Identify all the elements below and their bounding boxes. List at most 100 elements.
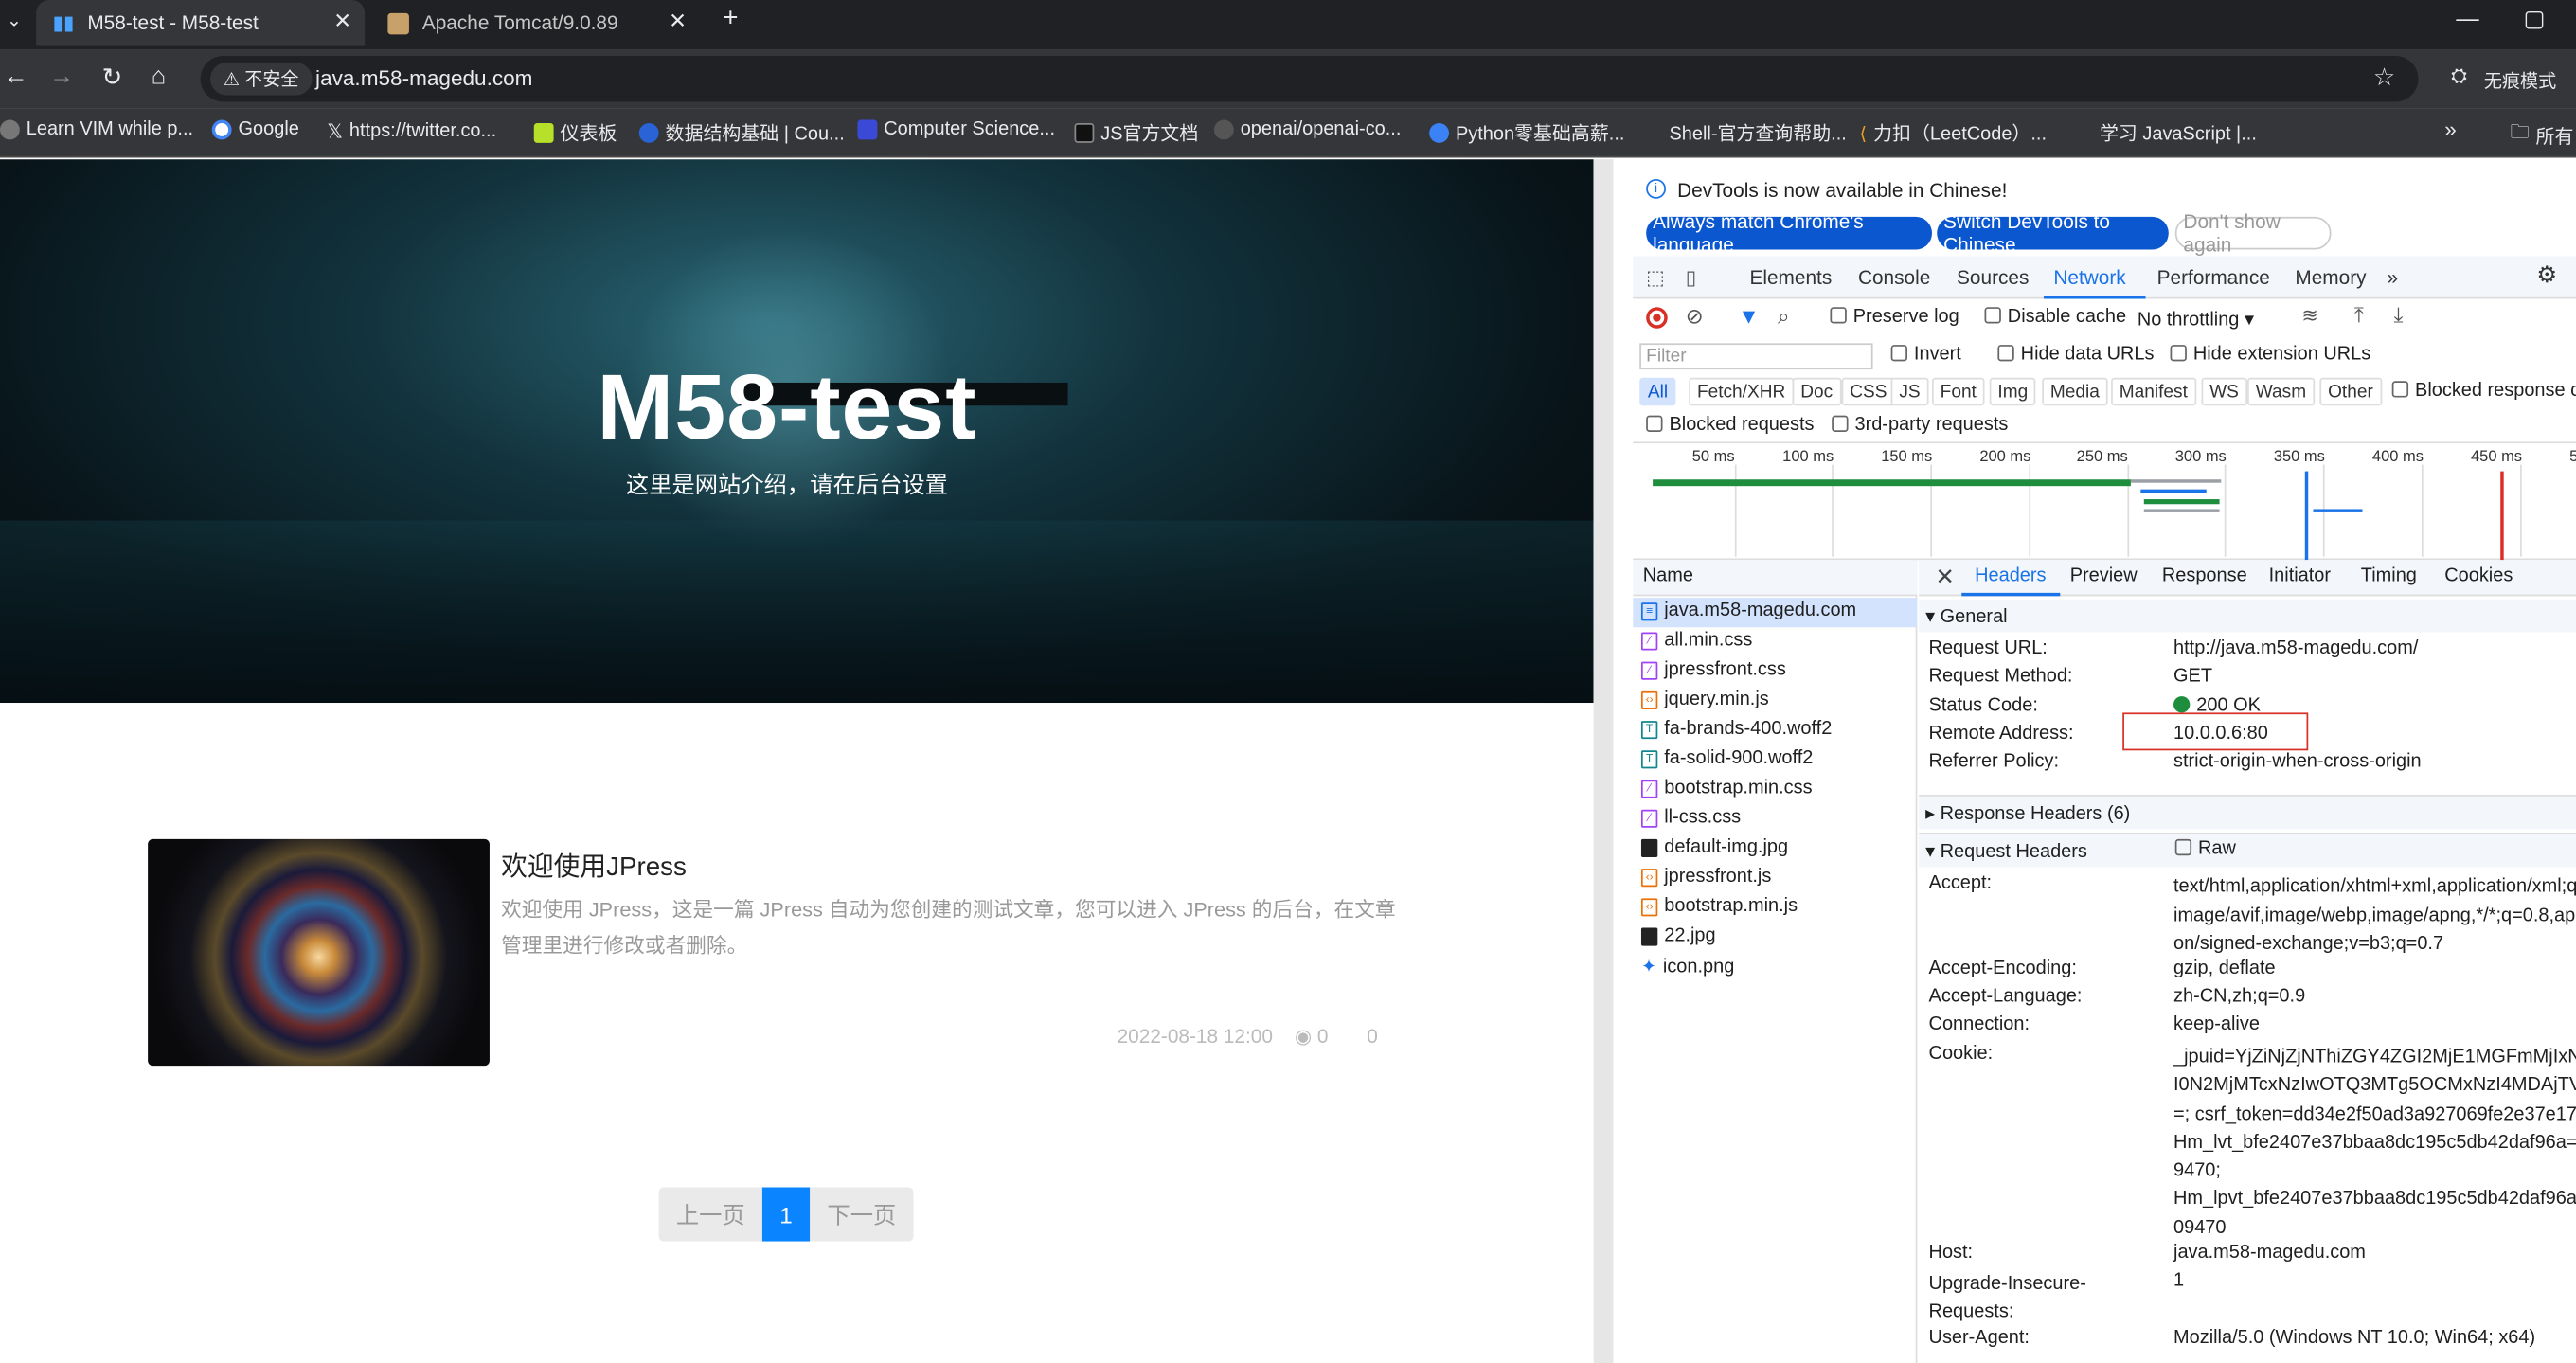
type-filter-manifest[interactable]: Manifest <box>2111 377 2196 406</box>
tab-console[interactable]: Console <box>1858 266 1930 289</box>
all-bookmarks-button[interactable]: 🗀 所有 <box>2511 120 2574 152</box>
incognito-indicator[interactable]: ⛭ 无痕模式 <box>2435 49 2576 108</box>
header-value[interactable]: java.m58-magedu.com <box>2174 1243 2366 1263</box>
request-row[interactable]: 22.jpg <box>1640 926 1716 946</box>
bookmark-item[interactable]: JS官方文档 <box>1074 120 1198 147</box>
detail-tab-preview[interactable]: Preview <box>2070 566 2138 586</box>
filter-icon[interactable]: ▼ <box>1738 304 1759 329</box>
tab-search-icon[interactable]: ⌄ <box>7 9 22 31</box>
tab-sources[interactable]: Sources <box>1957 266 2029 289</box>
header-value[interactable]: strict-origin-when-cross-origin <box>2174 752 2422 772</box>
request-row[interactable]: ‹› jpressfront.js <box>1640 867 1771 887</box>
bookmark-item[interactable]: Google <box>211 119 299 140</box>
header-value[interactable]: GET <box>2174 667 2212 687</box>
request-row[interactable]: ⁄ ll-css.css <box>1640 808 1741 828</box>
security-chip[interactable]: ⚠ 不安全 <box>210 62 313 96</box>
request-row[interactable]: Tfa-solid-900.woff2 <box>1640 749 1813 768</box>
maximize-icon[interactable]: ▢ <box>2523 5 2545 32</box>
type-filter-css[interactable]: CSS <box>1841 377 1896 406</box>
type-filter-doc[interactable]: Doc <box>1792 377 1841 406</box>
third-party-checkbox[interactable]: 3rd-party requests <box>1832 415 2008 435</box>
record-icon[interactable] <box>1646 307 1668 329</box>
prev-page-button[interactable]: 上一页 <box>658 1187 762 1242</box>
hide-data-urls-checkbox[interactable]: Hide data URLs <box>1997 345 2155 365</box>
tab-inactive[interactable]: Apache Tomcat/9.0.89 ✕ <box>371 0 700 46</box>
type-filter-all[interactable]: All <box>1639 377 1676 406</box>
switch-chinese-button[interactable]: Switch DevTools to Chinese <box>1937 210 2169 256</box>
bookmark-item[interactable]: 数据结构基础 | Cou... <box>638 120 845 147</box>
request-row[interactable]: ‹› jquery.min.js <box>1640 690 1769 709</box>
request-row[interactable]: Tfa-brands-400.woff2 <box>1640 719 1832 739</box>
type-filter-js[interactable]: JS <box>1890 377 1929 406</box>
request-row[interactable]: default-img.jpg <box>1640 837 1788 857</box>
home-icon[interactable]: ⌂ <box>152 63 167 90</box>
type-filter-fetch[interactable]: Fetch/XHR <box>1689 377 1794 406</box>
inspect-icon[interactable]: ⬚ <box>1646 266 1665 289</box>
header-value[interactable]: Mozilla/5.0 (Windows NT 10.0; Win64; x64… <box>2174 1329 2535 1349</box>
detail-tab-response[interactable]: Response <box>2162 566 2247 586</box>
tab-elements[interactable]: Elements <box>1749 266 1832 289</box>
bookmark-item[interactable]: 𝕏https://twitter.co... <box>327 120 496 143</box>
bookmark-item[interactable]: 仪表板 <box>533 120 617 147</box>
invert-checkbox[interactable]: Invert <box>1890 345 1961 365</box>
filter-input[interactable]: Filter <box>1639 343 1873 370</box>
request-row[interactable]: ✦ icon.png <box>1641 956 1734 977</box>
reload-icon[interactable]: ↻ <box>102 63 123 92</box>
header-value[interactable]: zh-CN,zh;q=0.9 <box>2174 987 2305 1007</box>
back-icon[interactable]: ← <box>3 63 27 90</box>
preserve-log-checkbox[interactable]: Preserve log <box>1830 307 1959 327</box>
search-icon[interactable]: ⌕ <box>1778 304 1790 331</box>
blocked-response-checkbox[interactable]: Blocked response coo <box>2391 381 2576 401</box>
header-value[interactable]: _jpuid=YjZiNjZjNThiZGY4ZGI2MjE1MGFmMjIxN… <box>2174 1045 2576 1244</box>
network-conditions-icon[interactable]: ≋ <box>2301 304 2317 327</box>
match-language-button[interactable]: Always match Chrome's language <box>1646 210 1933 256</box>
general-section-header[interactable] <box>1919 599 2576 633</box>
bookmark-star-icon[interactable]: ☆ <box>2373 63 2395 92</box>
bookmark-item[interactable]: Computer Science... <box>857 119 1055 140</box>
type-filter-wasm[interactable]: Wasm <box>2247 377 2315 406</box>
raw-checkbox[interactable]: Raw <box>2174 838 2236 859</box>
tab-memory[interactable]: Memory <box>2295 266 2366 289</box>
dont-show-again-button[interactable]: Don't show again <box>2174 210 2332 256</box>
clear-icon[interactable]: ⊘ <box>1686 304 1704 331</box>
close-tab-icon[interactable]: ✕ <box>333 9 351 35</box>
tab-performance[interactable]: Performance <box>2157 266 2270 289</box>
disable-cache-checkbox[interactable]: Disable cache <box>1984 307 2126 327</box>
settings-gear-icon[interactable]: ⚙ <box>2536 261 2557 289</box>
post-thumbnail[interactable] <box>148 838 490 1067</box>
header-value[interactable]: gzip, deflate <box>2174 959 2276 978</box>
header-value[interactable]: http://java.m58-magedu.com/ <box>2174 638 2418 658</box>
detail-tab-initiator[interactable]: Initiator <box>2269 566 2331 586</box>
hide-ext-urls-checkbox[interactable]: Hide extension URLs <box>2170 345 2370 365</box>
new-tab-button[interactable]: + <box>723 5 738 34</box>
more-tabs-icon[interactable]: » <box>2388 266 2399 289</box>
more-bookmarks-button[interactable]: » <box>2444 117 2457 141</box>
bookmark-item[interactable]: Shell-官方查询帮助... <box>1642 120 1847 147</box>
request-row[interactable]: ⁄ all.min.css <box>1640 631 1752 651</box>
import-har-icon[interactable]: ⤒ <box>2354 302 2364 329</box>
bookmark-item[interactable]: Python零基础高薪... <box>1429 120 1624 147</box>
type-filter-img[interactable]: Img <box>1989 377 2036 406</box>
request-row[interactable]: ‹› bootstrap.min.js <box>1640 897 1798 916</box>
device-toolbar-icon[interactable]: ▯ <box>1686 266 1696 289</box>
detail-tab-headers[interactable]: Headers <box>1975 566 2046 586</box>
blocked-requests-checkbox[interactable]: Blocked requests <box>1646 415 1814 435</box>
tab-active[interactable]: ▮▮ M58-test - M58-test ✕ <box>36 0 366 46</box>
header-value[interactable]: text/html,application/xhtml+xml,applicat… <box>2174 873 2576 959</box>
request-row[interactable]: ≡ java.m58-magedu.com <box>1640 601 1856 620</box>
request-row[interactable]: ⁄ bootstrap.min.css <box>1640 779 1813 798</box>
post-title[interactable]: 欢迎使用JPress <box>501 844 687 884</box>
header-value[interactable]: 1 <box>2174 1271 2184 1291</box>
address-bar[interactable]: ⚠ 不安全 java.m58-magedu.com ☆ <box>200 55 2419 102</box>
bookmark-item[interactable]: Learn VIM while p... <box>0 119 193 140</box>
type-filter-font[interactable]: Font <box>1932 377 1985 406</box>
detail-tab-cookies[interactable]: Cookies <box>2444 566 2513 586</box>
minimize-icon[interactable]: — <box>2456 5 2478 31</box>
type-filter-other[interactable]: Other <box>2319 377 2382 406</box>
type-filter-ws[interactable]: WS <box>2201 377 2247 406</box>
next-page-button[interactable]: 下一页 <box>810 1187 914 1242</box>
detail-tab-timing[interactable]: Timing <box>2361 566 2417 586</box>
bookmark-item[interactable]: openai/openai-co... <box>1213 119 1401 140</box>
tab-network[interactable]: Network <box>2053 266 2125 289</box>
forward-icon[interactable]: → <box>49 63 74 90</box>
